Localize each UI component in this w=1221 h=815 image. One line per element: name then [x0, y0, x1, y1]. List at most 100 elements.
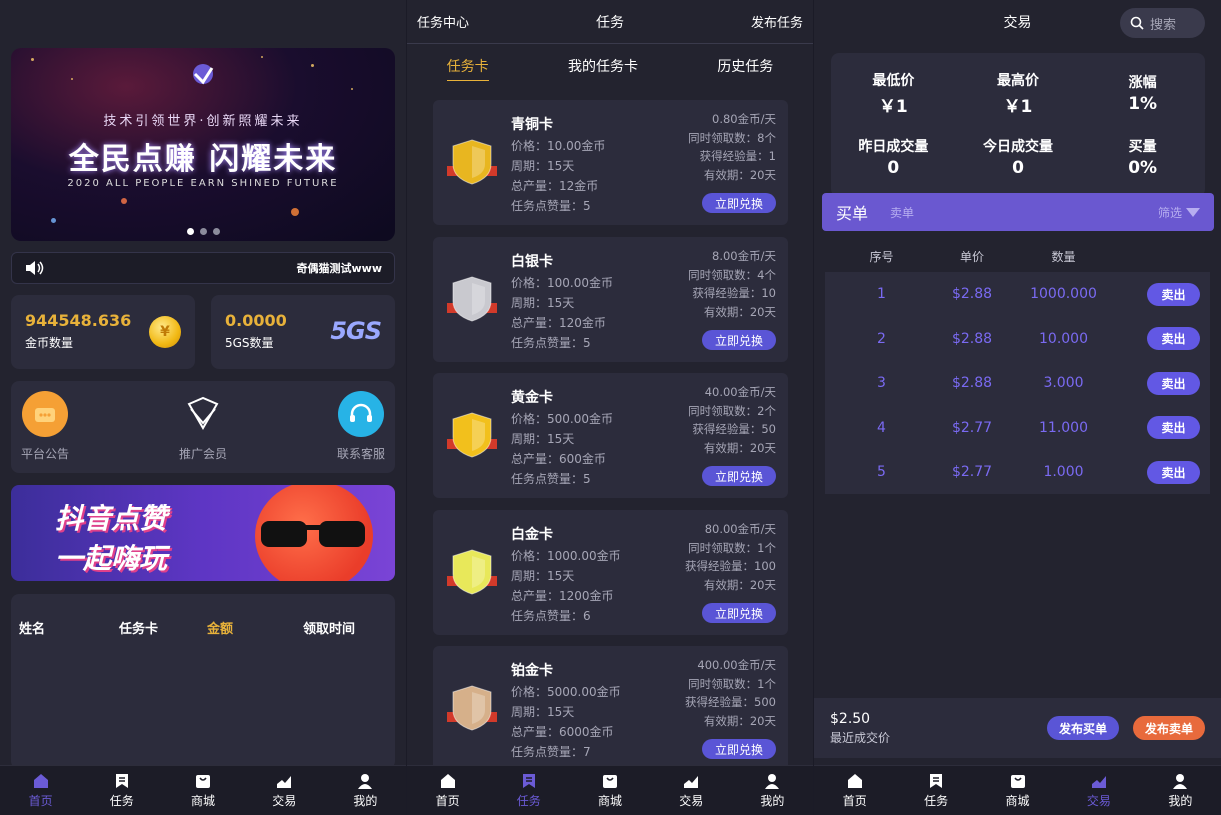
last-price-value: $2.50 [830, 710, 871, 727]
sell-button[interactable]: 卖出 [1147, 371, 1200, 395]
order-no: 3 [877, 375, 886, 392]
order-row: 5 $2.77 1.000 卖出 [825, 450, 1210, 495]
card-points: 任务点赞量：7 [511, 745, 591, 759]
redeem-button[interactable]: 立即兑换 [702, 603, 776, 623]
card-daily: 同时领取数：2个 [688, 403, 776, 418]
stat-high-price: 最高价 ￥1 [996, 72, 1039, 117]
tab-mall[interactable]: 商城 [569, 766, 650, 815]
banner-english: 2020 ALL PEOPLE EARN SHINED FUTURE [67, 178, 339, 189]
task-icon [930, 774, 943, 788]
redeem-button[interactable]: 立即兑换 [702, 739, 776, 759]
card-exp: 获得经验量：100 [685, 559, 776, 573]
subtab-my-task-card[interactable]: 我的任务卡 [568, 56, 638, 80]
card-details: 0.80金币/天 同时领取数：8个 获得经验量：1 有效期：20天 [688, 110, 776, 184]
subtab-task-card[interactable]: 任务卡 [446, 56, 489, 81]
card-points: 任务点赞量：5 [511, 336, 591, 350]
tab-task[interactable]: 任务 [488, 766, 569, 815]
search-button[interactable]: 搜索 [1120, 8, 1205, 38]
task-center-link[interactable]: 任务中心 [417, 12, 469, 31]
card-exp: 获得经验量：10 [692, 286, 776, 300]
publish-task-button[interactable]: 发布任务 [751, 12, 803, 31]
tab-task[interactable]: 任务 [895, 766, 976, 815]
sell-button[interactable]: 卖出 [1147, 460, 1200, 484]
order-row: 1 $2.88 1000.000 卖出 [825, 272, 1210, 317]
diamond-icon [180, 391, 226, 437]
tab-home[interactable]: 首页 [407, 766, 488, 815]
tab-mine[interactable]: 我的 [732, 766, 813, 815]
tab-task[interactable]: 任务 [81, 766, 162, 815]
redeem-button[interactable]: 立即兑换 [702, 193, 776, 213]
order-price: $2.77 [951, 464, 993, 481]
order-price: $2.88 [951, 286, 993, 303]
fivegs-balance-card[interactable]: 0.0000 5GS数量 5GS [211, 295, 395, 369]
col-task-card[interactable]: 任务卡 [119, 618, 207, 637]
task-icon [115, 774, 128, 788]
tab-mine[interactable]: 我的 [325, 766, 406, 815]
carousel-dots[interactable] [11, 228, 395, 235]
post-buy-button[interactable]: 发布买单 [1046, 716, 1119, 740]
tab-buy-orders[interactable]: 买单 [836, 200, 868, 224]
quick-links: 平台公告 推广会员 联系客服 [11, 381, 395, 473]
promote-member-link[interactable]: 推广会员 [179, 391, 227, 463]
card-exp: 获得经验量：1 [699, 149, 776, 163]
tab-trade[interactable]: 交易 [1058, 766, 1139, 815]
task-subtabs: 任务卡 我的任务卡 历史任务 [407, 46, 813, 90]
notice-text: 奇偶猫测试www [296, 262, 383, 275]
tab-trade[interactable]: 交易 [651, 766, 732, 815]
subtab-history-task[interactable]: 历史任务 [717, 56, 773, 80]
tab-sell-orders[interactable]: 卖单 [890, 204, 914, 221]
order-qty: 1.000 [1043, 464, 1084, 481]
hero-banner[interactable]: 技术引领世界·创新照耀未来 全民点赚 闪耀未来 2020 ALL PEOPLE … [11, 48, 395, 241]
customer-service-link[interactable]: 联系客服 [337, 391, 385, 463]
records-header: 姓名 任务卡 金额 领取时间 [11, 594, 395, 637]
card-rate: 400.00金币/天 [697, 658, 776, 672]
redeem-button[interactable]: 立即兑换 [702, 466, 776, 486]
card-price: 价格：500.00金币 [511, 412, 613, 426]
notice-bar[interactable]: 奇偶猫测试www [11, 252, 395, 284]
mall-icon [196, 775, 210, 788]
search-label: 搜索 [1150, 17, 1177, 33]
sell-button[interactable]: 卖出 [1147, 282, 1200, 306]
col-amount[interactable]: 金额 [207, 618, 303, 637]
card-info: 白金卡 价格：1000.00金币 周期：15天 总产量：1200金币 任务点赞量：6 [511, 524, 621, 626]
tab-mine[interactable]: 我的 [1140, 766, 1221, 815]
card-rate: 80.00金币/天 [704, 522, 776, 536]
sell-button[interactable]: 卖出 [1147, 416, 1200, 440]
card-name: 青铜卡 [511, 117, 553, 133]
col-claim-time[interactable]: 领取时间 [303, 618, 355, 637]
card-name: 白金卡 [511, 527, 553, 543]
announcement-link[interactable]: 平台公告 [21, 391, 69, 463]
tab-trade[interactable]: 交易 [244, 766, 325, 815]
card-info: 青铜卡 价格：10.00金币 周期：15天 总产量：12金币 任务点赞量：5 [511, 114, 605, 216]
user-icon [765, 774, 780, 789]
trade-title: 交易 [1003, 15, 1032, 31]
bottom-tab-bar: 首页 任务 商城 交易 我的 [814, 765, 1221, 815]
tab-home[interactable]: 首页 [814, 766, 895, 815]
order-row: 3 $2.88 3.000 卖出 [825, 361, 1210, 406]
last-price: $2.50 最近成交价 [830, 711, 890, 746]
card-total: 总产量：6000金币 [511, 725, 614, 739]
records-table: 姓名 任务卡 金额 领取时间 [11, 594, 395, 769]
card-points: 任务点赞量：5 [511, 199, 591, 213]
sell-button[interactable]: 卖出 [1147, 327, 1200, 351]
card-price: 价格：1000.00金币 [511, 549, 621, 563]
order-qty: 11.000 [1039, 419, 1088, 436]
douyin-promo-banner[interactable]: 抖音点赞 一起嗨玩 [11, 485, 395, 581]
promo-line-1: 抖音点赞 [55, 502, 168, 535]
coin-balance-card[interactable]: 944548.636 金币数量 ¥ [11, 295, 195, 369]
card-rate: 40.00金币/天 [704, 385, 776, 399]
tab-mall[interactable]: 商城 [162, 766, 243, 815]
home-icon [440, 774, 455, 788]
post-sell-button[interactable]: 发布卖单 [1132, 716, 1205, 740]
order-qty: 1000.000 [1030, 286, 1097, 303]
card-info: 铂金卡 价格：5000.00金币 周期：15天 总产量：6000金币 任务点赞量：7 [511, 660, 621, 762]
trade-header: 交易 搜索 [814, 0, 1221, 44]
redeem-button[interactable]: 立即兑换 [702, 330, 776, 350]
mall-icon [1010, 775, 1025, 788]
tab-mall[interactable]: 商城 [977, 766, 1058, 815]
gold-coin-icon: ¥ [149, 316, 181, 348]
col-name[interactable]: 姓名 [19, 618, 119, 637]
tab-home[interactable]: 首页 [0, 766, 81, 815]
card-points: 任务点赞量：5 [511, 472, 591, 486]
filter-button[interactable]: 筛选 [1158, 204, 1200, 221]
